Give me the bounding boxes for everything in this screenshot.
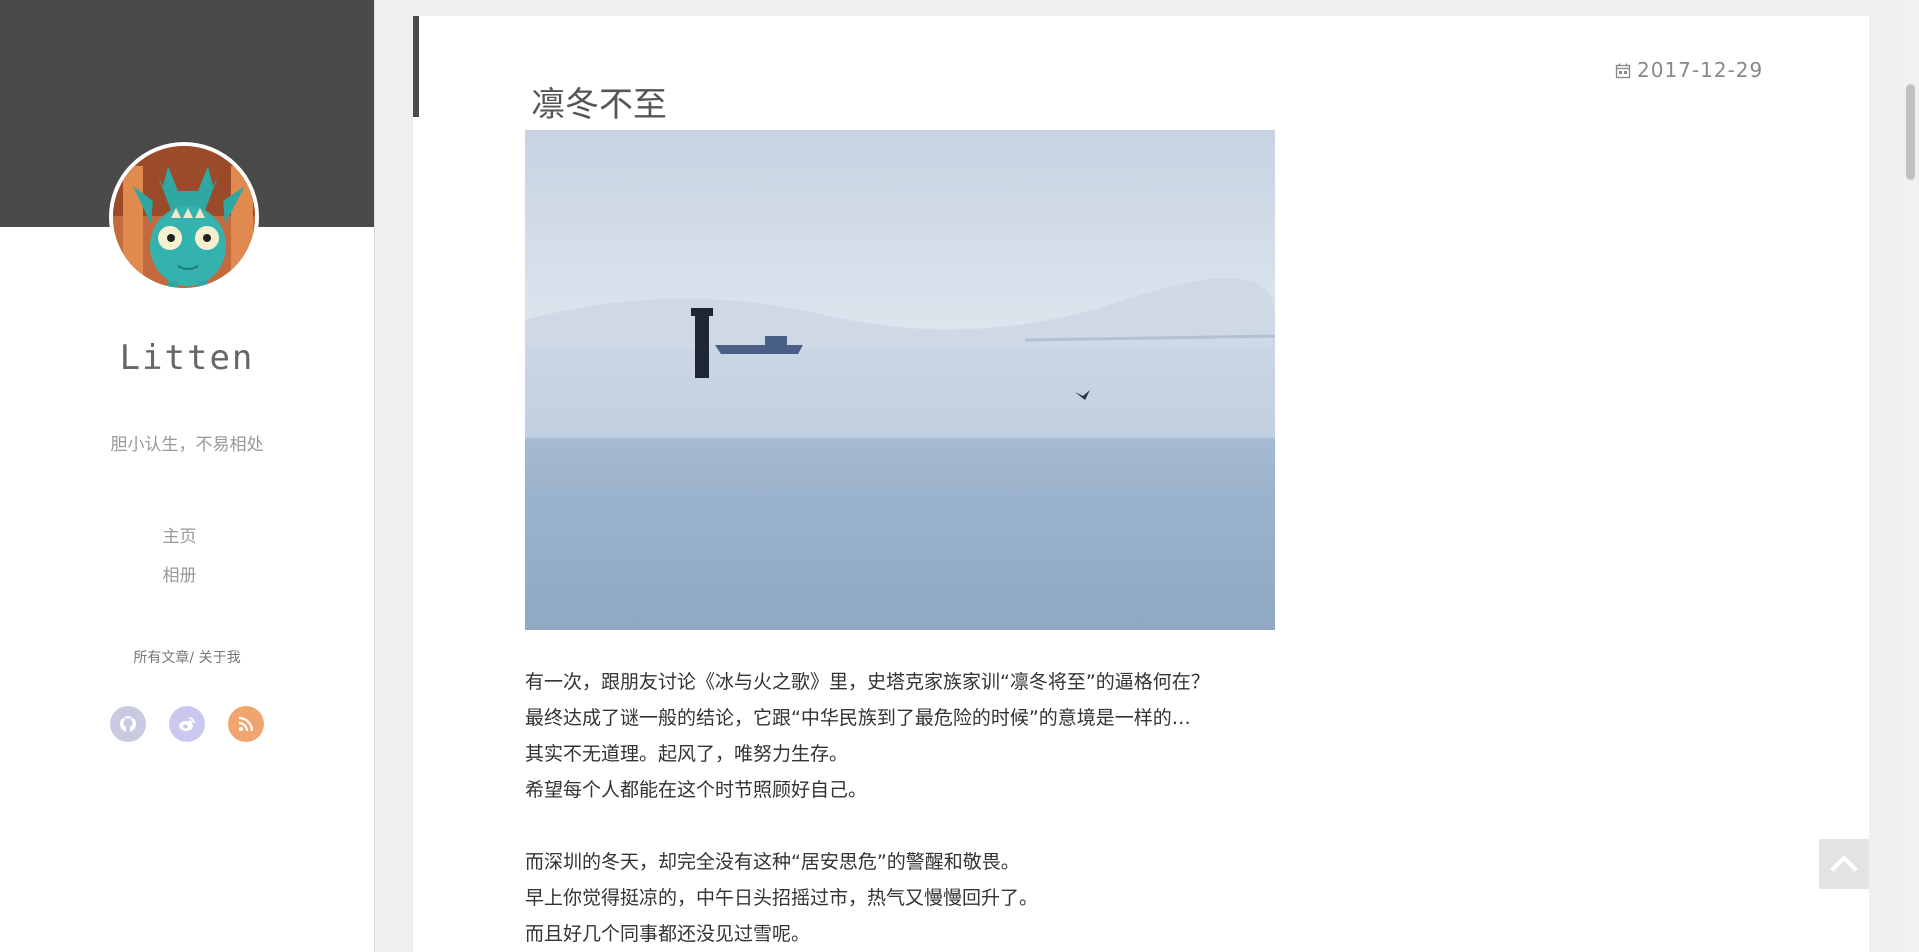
social-links (0, 706, 374, 742)
post-line: 其实不无道理。起风了，唯努力生存。 (525, 743, 849, 765)
chevron-up-icon (1830, 855, 1858, 872)
post-line: 希望每个人都能在这个时节照顾好自己。 (525, 779, 868, 801)
avatar[interactable] (109, 142, 259, 292)
site-tagline: 胆小认生，不易相处 (110, 435, 264, 455)
sub-links-separator: / (189, 650, 195, 666)
scrollbar[interactable] (1902, 0, 1919, 952)
all-posts-link[interactable]: 所有文章 (133, 650, 189, 666)
weibo-icon[interactable] (169, 706, 205, 742)
post-title[interactable]: 凛冬不至 (531, 77, 667, 126)
post-image (525, 130, 1275, 630)
rss-icon[interactable] (228, 706, 265, 742)
about-link[interactable]: 关于我 (199, 650, 241, 666)
nav-item-home[interactable]: 主页 (0, 518, 359, 557)
post-date-text: 2017-12-29 (1637, 58, 1764, 82)
nav-item-album[interactable]: 相册 (0, 557, 359, 596)
post-line: 最终达成了谜一般的结论，它跟“中华民族到了最危险的时候”的意境是一样的… (525, 707, 1191, 729)
sub-links: 所有文章/ 关于我 (0, 647, 374, 667)
post-line: 而深圳的冬天，却完全没有这种“居安思危”的警醒和敬畏。 (525, 851, 1020, 873)
post-line: 而且好几个同事都还没见过雪呢。 (525, 923, 811, 945)
post-line: 早上你觉得挺凉的，中午日头招摇过市，热气又慢慢回升了。 (525, 887, 1039, 909)
sidebar: Litten 胆小认生，不易相处 主页 相册 所有文章/ 关于我 (0, 0, 375, 952)
post-body: 有一次，跟朋友讨论《冰与火之歌》里，史塔克家族家训“凛冬将至”的逼格何在？ 最终… (525, 664, 1345, 952)
scrollbar-thumb[interactable] (1906, 84, 1915, 180)
main-nav: 主页 相册 (0, 518, 359, 596)
calendar-icon (1615, 63, 1631, 79)
site-title[interactable]: Litten (0, 338, 374, 378)
title-accent-bar (413, 16, 419, 117)
github-icon[interactable] (109, 706, 146, 742)
back-to-top-button[interactable] (1819, 839, 1869, 889)
post-line: 有一次，跟朋友讨论《冰与火之歌》里，史塔克家族家训“凛冬将至”的逼格何在？ (525, 671, 1210, 693)
post-date: 2017-12-29 (1615, 58, 1763, 82)
